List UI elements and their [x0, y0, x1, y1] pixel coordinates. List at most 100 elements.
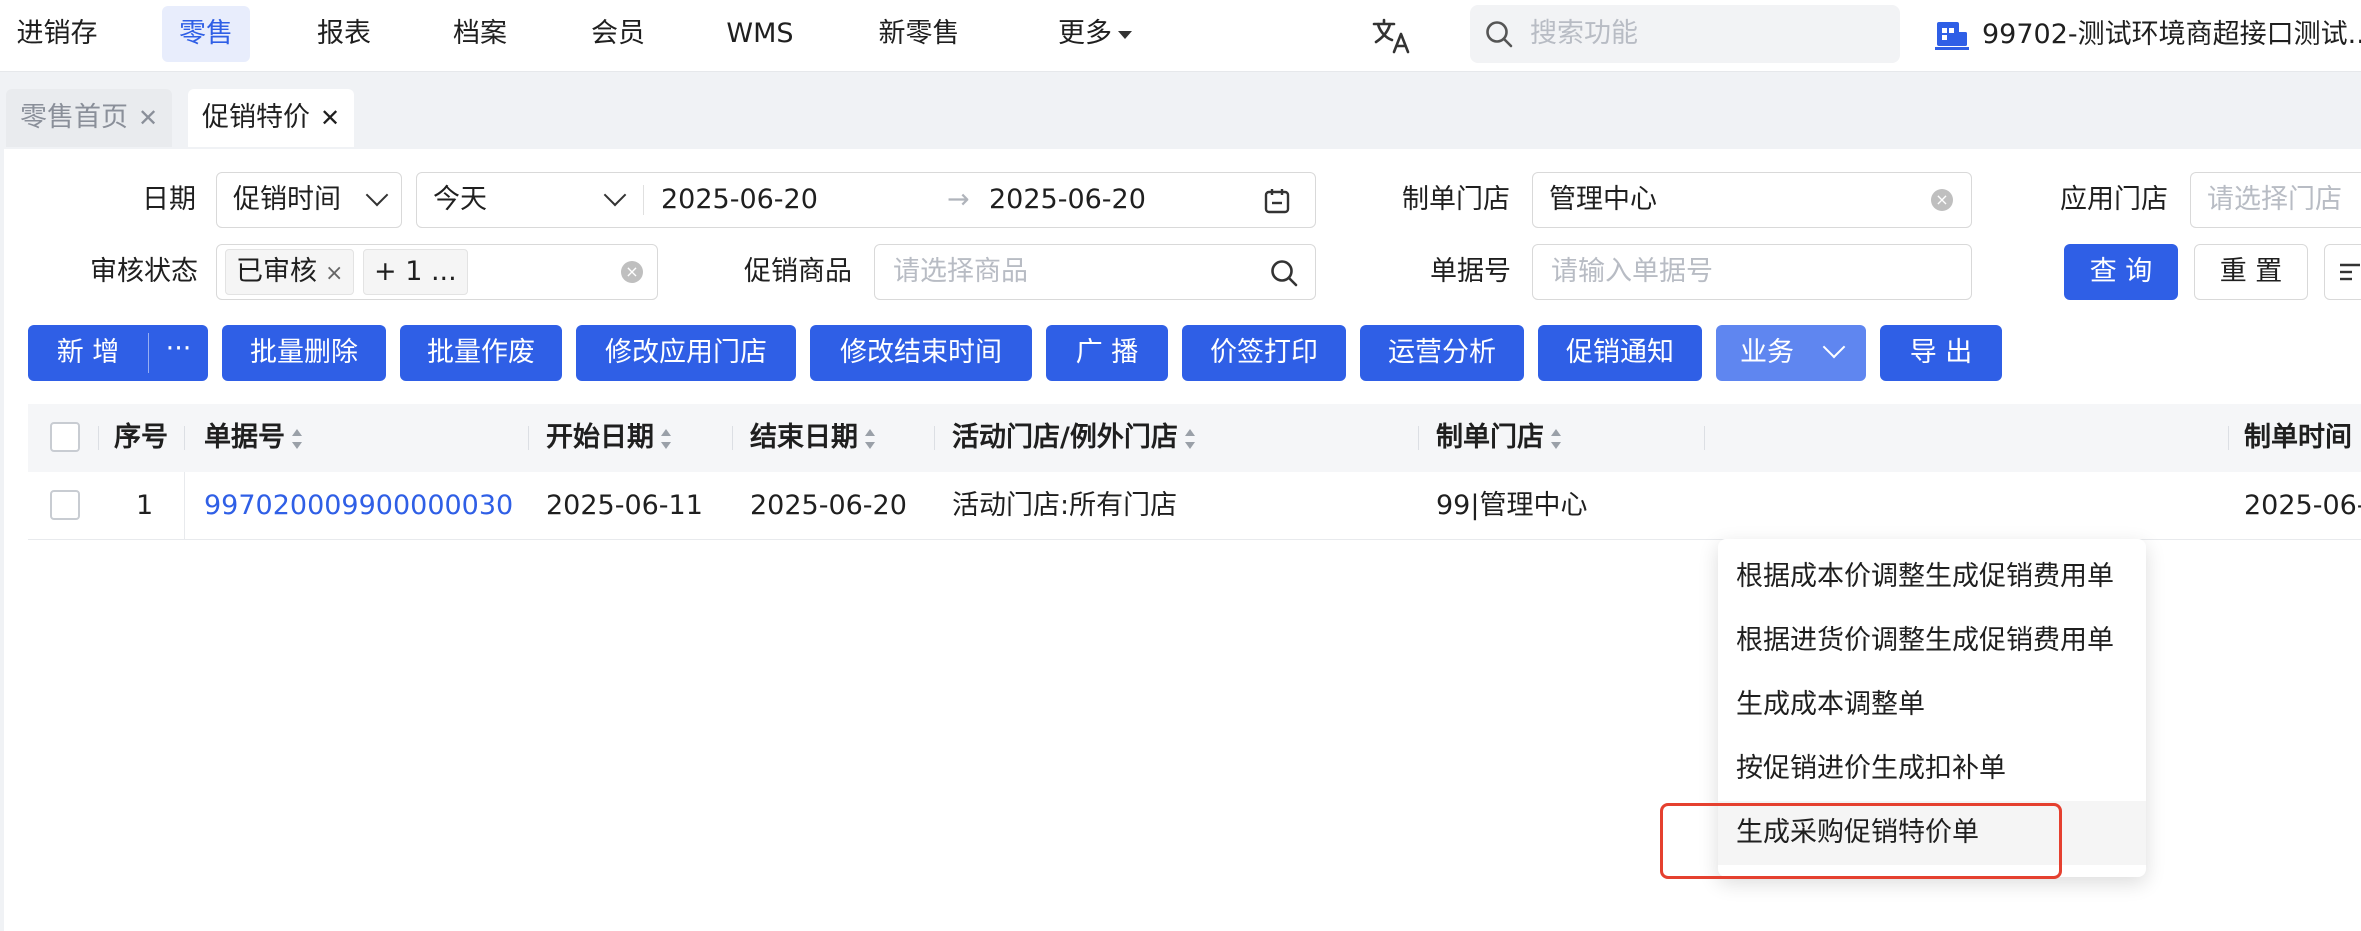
header-end-date[interactable]: 结束日期: [750, 404, 876, 472]
main-content: 日期 促销时间 今天 2025-06-20 → 2025-06-20 制单门店 …: [4, 149, 2361, 931]
tab-promo-special-price[interactable]: 促销特价 ✕: [188, 89, 355, 147]
table-row[interactable]: 1 997020009900000030 2025-06-11 2025-06-…: [28, 472, 2361, 540]
batch-void-button[interactable]: 批量作废: [400, 325, 562, 381]
query-button[interactable]: 查 询: [2064, 244, 2178, 300]
date-end-input[interactable]: 2025-06-20: [989, 173, 1146, 227]
close-icon[interactable]: ×: [325, 261, 343, 286]
nav-item-new-retail[interactable]: 新零售: [866, 6, 972, 62]
ops-analysis-button[interactable]: 运营分析: [1360, 325, 1524, 381]
audit-more-tag: + 1 ...: [363, 249, 468, 295]
nav-item-retail[interactable]: 零售: [162, 6, 250, 62]
chevron-down-icon: [1822, 335, 1846, 359]
header-maker-store-label: 制单门店: [1436, 422, 1544, 453]
audit-tag-label: 已审核: [236, 256, 317, 287]
sort-icon[interactable]: [1184, 428, 1196, 449]
current-store-name[interactable]: 99702-测试环境商超接口测试...: [1982, 6, 2361, 64]
column-separator: [184, 426, 185, 450]
promo-goods-select[interactable]: 请选择商品: [874, 244, 1316, 300]
add-button[interactable]: 新 增: [28, 325, 148, 381]
menu-item-purchase-price-adjust-fee[interactable]: 根据进货价调整生成促销费用单: [1718, 609, 2146, 673]
export-button[interactable]: 导 出: [1880, 325, 2002, 381]
nav-item-reports[interactable]: 报表: [300, 6, 388, 62]
tab-retail-home[interactable]: 零售首页 ✕: [6, 89, 173, 147]
audit-status-select[interactable]: 已审核 × + 1 ... ×: [216, 244, 658, 300]
maker-store-value: 管理中心: [1549, 184, 1657, 215]
cell-start-date: 2025-06-11: [546, 490, 703, 521]
date-separator: →: [947, 184, 970, 215]
search-placeholder: 搜索功能: [1530, 18, 1638, 49]
maker-store-label: 制单门店: [1402, 184, 1510, 215]
audit-status-label: 审核状态: [90, 256, 198, 287]
highlight-annotation: [1660, 803, 2062, 879]
search-icon[interactable]: [1269, 258, 1299, 288]
column-separator: [98, 426, 99, 450]
store-icon: [1935, 22, 1969, 50]
sort-icon[interactable]: [1550, 428, 1562, 449]
select-all-checkbox[interactable]: [50, 422, 80, 452]
menu-item-cost-price-adjust-fee[interactable]: 根据成本价调整生成促销费用单: [1718, 545, 2146, 609]
column-separator: [2228, 426, 2229, 450]
translate-icon[interactable]: [1370, 14, 1414, 58]
table-header: 序号 单据号 开始日期 结束日期 活动门店/例外门店 制单门店 制单时间: [28, 404, 2361, 472]
nav-item-members[interactable]: 会员: [574, 6, 662, 62]
header-start-date[interactable]: 开始日期: [546, 404, 672, 472]
maker-store-select[interactable]: 管理中心 ×: [1532, 172, 1972, 228]
clear-icon[interactable]: ×: [1931, 189, 1953, 211]
broadcast-button[interactable]: 广 播: [1046, 325, 1168, 381]
header-stores[interactable]: 活动门店/例外门店: [952, 404, 1196, 472]
sort-icon[interactable]: [660, 428, 672, 449]
apply-store-placeholder: 请选择门店: [2207, 184, 2342, 215]
close-icon[interactable]: ✕: [138, 104, 158, 132]
nav-item-more[interactable]: 更多: [1030, 6, 1160, 62]
doc-no-label: 单据号: [1430, 256, 1511, 287]
chevron-down-icon: [603, 183, 627, 207]
chevron-down-icon: [365, 183, 389, 207]
edit-end-time-button[interactable]: 修改结束时间: [810, 325, 1032, 381]
cell-seq: 1: [136, 490, 154, 521]
header-doc-no[interactable]: 单据号: [204, 404, 303, 472]
date-start-input[interactable]: 2025-06-20: [661, 173, 818, 227]
date-type-value: 促销时间: [233, 184, 341, 215]
business-dropdown-button[interactable]: 业务: [1716, 325, 1866, 381]
row-checkbox[interactable]: [50, 490, 80, 520]
column-settings-button[interactable]: [2324, 244, 2361, 300]
menu-item-deduct-supplement[interactable]: 按促销进价生成扣补单: [1718, 737, 2146, 801]
close-icon[interactable]: ✕: [320, 104, 340, 132]
cell-doc-no-link[interactable]: 997020009900000030: [204, 472, 513, 540]
apply-store-select[interactable]: 请选择门店: [2190, 172, 2361, 228]
promo-goods-placeholder: 请选择商品: [893, 256, 1028, 287]
divider: [643, 185, 644, 215]
tab-label: 零售首页: [20, 102, 128, 133]
sort-icon[interactable]: [291, 428, 303, 449]
date-preset-value: 今天: [433, 184, 487, 215]
column-separator: [934, 426, 935, 450]
top-navigation: 进销存 零售 报表 档案 会员 WMS 新零售 更多 搜索功能 99702-测试…: [0, 0, 2361, 72]
list-settings-icon: [2340, 263, 2360, 281]
clear-icon[interactable]: ×: [621, 261, 643, 283]
date-range-picker[interactable]: 今天 2025-06-20 → 2025-06-20: [416, 172, 1316, 228]
nav-item-archives[interactable]: 档案: [436, 6, 524, 62]
cell-stores: 活动门店:所有门店: [952, 490, 1178, 521]
price-tag-print-button[interactable]: 价签打印: [1182, 325, 1346, 381]
menu-item-cost-adjust-order[interactable]: 生成成本调整单: [1718, 673, 2146, 737]
doc-no-input[interactable]: 请输入单据号: [1532, 244, 1972, 300]
promo-notice-button[interactable]: 促销通知: [1538, 325, 1702, 381]
batch-delete-button[interactable]: 批量删除: [222, 325, 386, 381]
edit-apply-store-button[interactable]: 修改应用门店: [576, 325, 796, 381]
nav-item-jxc[interactable]: 进销存: [12, 6, 102, 62]
header-maker-store[interactable]: 制单门店: [1436, 404, 1562, 472]
more-actions-button[interactable]: ···: [149, 321, 208, 377]
cell-maker-store: 99|管理中心: [1436, 490, 1588, 521]
column-separator: [184, 472, 185, 540]
header-start-date-label: 开始日期: [546, 422, 654, 453]
header-made-time[interactable]: 制单时间: [2244, 404, 2352, 472]
doc-no-placeholder: 请输入单据号: [1551, 256, 1713, 287]
function-search[interactable]: 搜索功能: [1470, 5, 1900, 63]
header-doc-no-label: 单据号: [204, 422, 285, 453]
nav-item-wms[interactable]: WMS: [712, 6, 808, 62]
sort-icon[interactable]: [864, 428, 876, 449]
column-separator: [528, 426, 529, 450]
calendar-icon[interactable]: [1263, 187, 1291, 215]
date-type-select[interactable]: 促销时间: [216, 172, 402, 228]
reset-button[interactable]: 重 置: [2194, 244, 2308, 300]
